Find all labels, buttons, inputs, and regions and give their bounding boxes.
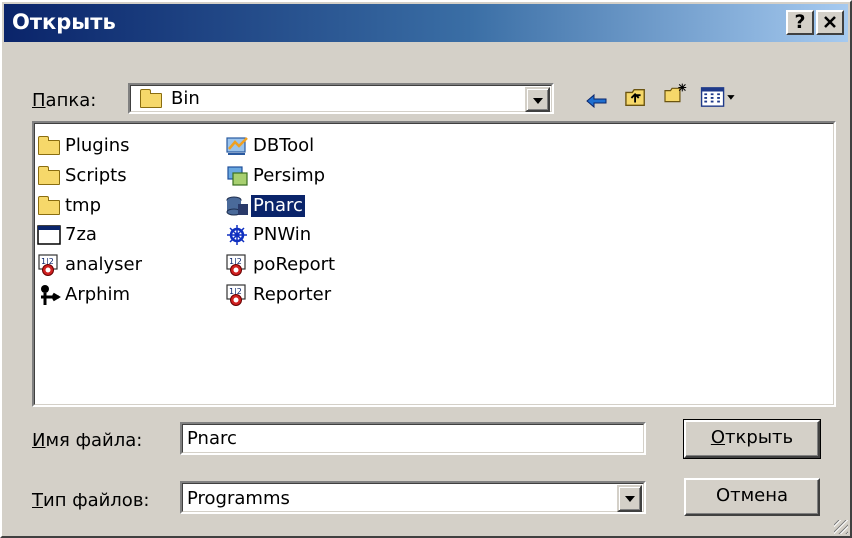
up-folder-icon[interactable]: [623, 86, 649, 108]
list-item[interactable]: 1|2 Reporter: [225, 283, 333, 307]
resize-grip[interactable]: [834, 520, 848, 534]
back-arrow-icon[interactable]: [585, 90, 609, 112]
console-app-icon: [37, 224, 61, 246]
folder-icon: [37, 195, 61, 217]
list-item[interactable]: Persimp: [225, 164, 327, 188]
arphim-app-icon: [37, 284, 61, 306]
list-item[interactable]: Plugins: [37, 134, 131, 158]
close-icon: [824, 16, 836, 28]
view-menu-icon[interactable]: [699, 86, 739, 108]
cancel-button[interactable]: Отмена: [684, 478, 820, 516]
filetype-value: Programms: [187, 488, 290, 509]
persimp-app-icon: [225, 165, 249, 187]
help-button[interactable]: ?: [786, 10, 814, 35]
list-item[interactable]: Scripts: [37, 164, 129, 188]
dialog-title: Открыть: [12, 10, 116, 34]
filetype-dropdown-button[interactable]: [617, 485, 642, 512]
file-list[interactable]: Plugins Scripts tmp 7za 1|2 analyser Arp…: [32, 121, 836, 407]
new-folder-icon[interactable]: [660, 82, 692, 104]
filetype-combobox[interactable]: Programms: [180, 481, 646, 514]
close-button[interactable]: [816, 10, 844, 35]
list-item[interactable]: 1|2 analyser: [37, 253, 144, 277]
folder-icon: [37, 135, 61, 157]
list-item[interactable]: 7za: [37, 223, 99, 247]
pnwin-app-icon: [225, 224, 249, 246]
dbtool-app-icon: [225, 135, 249, 157]
list-item-selected[interactable]: Pnarc: [225, 194, 306, 218]
title-bar[interactable]: Открыть ?: [4, 4, 848, 42]
list-item[interactable]: 1|2 poReport: [225, 253, 337, 277]
open-file-dialog: Открыть ? Папка: Bin Plugins Scripts tmp…: [0, 0, 852, 538]
list-item[interactable]: Arphim: [37, 283, 132, 307]
folder-icon: [139, 88, 165, 110]
folder-dropdown-button[interactable]: [525, 87, 550, 112]
open-button[interactable]: Открыть: [683, 419, 821, 459]
folder-combobox[interactable]: Bin: [128, 83, 554, 114]
report-app-icon: 1|2: [37, 254, 61, 276]
pnarc-app-icon: [225, 195, 249, 217]
report-app-icon: 1|2: [225, 284, 249, 306]
folder-value: Bin: [171, 88, 200, 109]
folder-icon: [37, 165, 61, 187]
list-item[interactable]: PNWin: [225, 223, 313, 247]
filename-label: Имя файла:: [32, 430, 143, 451]
report-app-icon: 1|2: [225, 254, 249, 276]
filename-value: Pnarc: [187, 428, 237, 449]
list-item[interactable]: tmp: [37, 194, 103, 218]
folder-label: Папка:: [32, 90, 97, 111]
list-item[interactable]: DBTool: [225, 134, 316, 158]
filetype-label: Тип файлов:: [32, 490, 150, 511]
filename-input[interactable]: Pnarc: [180, 422, 646, 455]
